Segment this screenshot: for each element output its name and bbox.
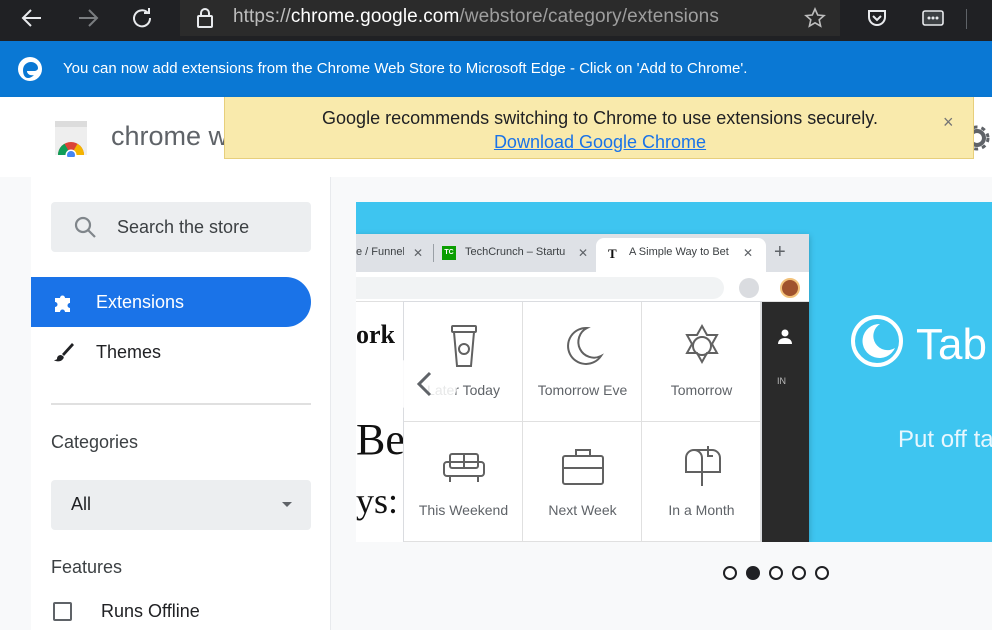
edge-bar-message: You can now add extensions from the Chro… — [63, 60, 748, 77]
search-input[interactable]: Search the store — [51, 202, 311, 252]
sidebar-item-label: Extensions — [96, 292, 185, 312]
paintbrush-icon — [54, 343, 74, 362]
carousel-dot[interactable] — [815, 566, 829, 580]
snooze-option-next-week[interactable]: Next Week — [523, 422, 642, 542]
carousel-dot-active[interactable] — [746, 566, 760, 580]
mailbox-icon — [685, 446, 721, 486]
reload-icon — [133, 8, 152, 28]
url-scheme: https:// — [233, 6, 291, 27]
carousel-brand-text: Tab — [916, 320, 987, 369]
snooze-option-label: Tomorrow Eve — [537, 382, 628, 398]
carousel-prev-button[interactable] — [393, 352, 457, 416]
url-text: https://chrome.google.com/webstore/categ… — [233, 6, 719, 28]
back-button[interactable] — [14, 0, 50, 36]
mock-moon-icon — [739, 278, 759, 298]
notice-message: Google recommends switching to Chrome to… — [322, 108, 878, 128]
checkbox-label: Runs Offline — [101, 601, 200, 621]
tab-snooze-logo-icon — [851, 315, 903, 367]
sidebar-item-extensions[interactable]: Extensions — [31, 277, 311, 327]
snooze-option-label: This Weekend — [418, 502, 509, 518]
snooze-options-popup: Later Today Tomorrow Eve Tomorrow This W… — [404, 302, 761, 542]
mock-tab-separator — [433, 244, 434, 262]
techcrunch-favicon: TC — [442, 246, 456, 260]
url-path: /webstore/category/extensions — [459, 6, 719, 27]
back-arrow-icon — [21, 9, 41, 27]
download-chrome-link[interactable]: Download Google Chrome — [225, 131, 975, 153]
features-heading: Features — [51, 557, 123, 577]
search-placeholder: Search the store — [117, 217, 250, 237]
chevron-left-icon — [416, 371, 432, 397]
nyt-favicon: T — [608, 246, 617, 261]
url-host: chrome.google.com — [290, 6, 460, 27]
close-icon[interactable]: × — [943, 112, 954, 133]
mock-address-bar — [356, 272, 809, 302]
carousel-dot[interactable] — [792, 566, 806, 580]
puzzle-piece-icon — [55, 295, 70, 312]
briefcase-icon — [562, 449, 604, 485]
star-icon[interactable] — [804, 7, 826, 29]
snooze-option-label: Next Week — [548, 502, 617, 518]
runs-offline-checkbox[interactable] — [53, 602, 72, 621]
sun-icon — [685, 323, 719, 365]
toolbar-divider — [966, 9, 967, 29]
pocket-button[interactable] — [862, 0, 892, 36]
edge-info-bar: You can now add extensions from the Chro… — [0, 41, 992, 97]
mock-avatar — [780, 278, 800, 298]
featured-carousel[interactable]: e / Funnel ✕ TC TechCrunch – Startu ✕ T … — [356, 202, 992, 542]
mock-tab-strip: e / Funnel ✕ TC TechCrunch – Startu ✕ T … — [356, 234, 809, 272]
address-bar[interactable]: https://chrome.google.com/webstore/categ… — [180, 0, 840, 36]
carousel-dot[interactable] — [769, 566, 783, 580]
snooze-option-label: In a Month — [668, 502, 735, 518]
forward-button[interactable] — [70, 0, 106, 36]
mock-tab-close-icon: ✕ — [413, 246, 424, 260]
sidebar-item-themes[interactable]: Themes — [31, 327, 311, 377]
mock-page-glyph: Be — [356, 415, 405, 464]
categories-heading: Categories — [51, 432, 139, 452]
mock-nyt-header-text: IN — [777, 376, 786, 386]
pocket-icon — [868, 10, 886, 26]
mock-page-glyph: ys: — [356, 481, 399, 521]
search-icon — [74, 216, 96, 238]
snooze-option-label: Tomorrow — [670, 382, 733, 398]
caret-down-icon — [282, 502, 292, 507]
category-selected-value: All — [71, 494, 92, 514]
browser-toolbar: https://chrome.google.com/webstore/categ… — [0, 0, 992, 41]
sofa-icon — [443, 453, 485, 482]
chrome-recommendation-notice: Google recommends switching to Chrome to… — [224, 97, 974, 159]
mock-tab-title: A Simple Way to Bet — [629, 246, 729, 258]
chrome-web-store-logo[interactable] — [52, 119, 90, 157]
snooze-option-this-weekend[interactable]: This Weekend — [404, 422, 523, 542]
mock-page-glyph: ork — [356, 320, 395, 349]
lock-icon — [197, 8, 213, 28]
sidebar-divider — [51, 403, 311, 405]
moon-icon — [567, 326, 604, 365]
snooze-option-in-a-month[interactable]: In a Month — [642, 422, 761, 542]
more-icon — [922, 10, 944, 26]
snooze-option-tomorrow[interactable]: Tomorrow — [642, 302, 761, 422]
mock-tab-title: TechCrunch – Startu — [465, 246, 566, 258]
new-tab-plus-icon: + — [774, 241, 786, 263]
person-icon — [778, 329, 792, 344]
snooze-option-tomorrow-eve[interactable]: Tomorrow Eve — [523, 302, 642, 422]
carousel-tagline: Put off ta — [898, 426, 992, 453]
forward-arrow-icon — [79, 9, 99, 27]
mock-tab-close-icon: ✕ — [578, 246, 589, 260]
edge-logo-icon — [18, 57, 42, 81]
mock-tab-title: e / Funnel — [356, 246, 404, 258]
carousel-dot[interactable] — [723, 566, 737, 580]
more-button[interactable] — [918, 0, 948, 36]
mock-tab-close-icon: ✕ — [743, 246, 754, 260]
store-title: chrome w — [111, 121, 229, 151]
reload-button[interactable] — [124, 0, 160, 36]
sidebar-item-label: Themes — [96, 342, 162, 362]
mock-dark-panel: IN — [761, 302, 809, 542]
feature-runs-offline[interactable]: Runs Offline — [51, 600, 311, 626]
carousel-pagination — [723, 566, 833, 582]
category-select[interactable]: All — [51, 480, 311, 530]
mock-omnibox — [356, 277, 724, 299]
